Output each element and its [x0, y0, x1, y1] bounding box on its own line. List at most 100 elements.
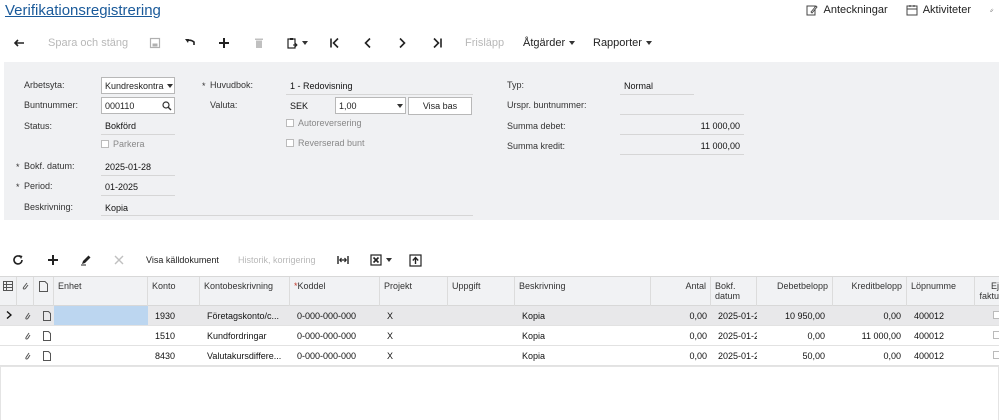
period-value[interactable]: 01-2025: [105, 182, 138, 192]
row-note[interactable]: [39, 326, 53, 345]
row-note[interactable]: [39, 306, 53, 325]
cell-debit[interactable]: 50,00: [757, 346, 829, 365]
col-account-desc[interactable]: Kontobeskrivning: [200, 277, 290, 306]
not-billed-checkbox[interactable]: [993, 331, 999, 339]
cell-project[interactable]: X: [383, 326, 448, 345]
workspace-select[interactable]: Kundreskontra: [101, 77, 175, 94]
cell-line-no[interactable]: 400012: [910, 326, 975, 345]
cell-project[interactable]: X: [383, 306, 448, 325]
cell-unit[interactable]: [54, 306, 148, 325]
refresh-button[interactable]: [12, 249, 24, 271]
col-credit[interactable]: Kreditbelopp: [833, 277, 907, 306]
delete-button[interactable]: [253, 30, 265, 56]
cell-description[interactable]: Kopia: [518, 306, 651, 325]
col-description[interactable]: Beskrivning: [515, 277, 651, 306]
ledger-value[interactable]: 1 - Redovisning: [290, 81, 353, 91]
cell-description[interactable]: Kopia: [518, 326, 651, 345]
cell-credit[interactable]: 11 000,00: [833, 326, 905, 345]
copy-paste-button[interactable]: [286, 30, 308, 56]
fit-columns-button[interactable]: [337, 249, 349, 271]
upload-button[interactable]: [409, 249, 422, 271]
cell-subaccount[interactable]: 0-000-000-000: [293, 346, 380, 365]
cell-debit[interactable]: 0,00: [757, 326, 829, 345]
cell-account[interactable]: 8430: [151, 346, 200, 365]
cell-qty[interactable]: 0,00: [651, 346, 711, 365]
page-title[interactable]: Verifikationsregistrering: [5, 2, 161, 19]
col-project[interactable]: Projekt: [380, 277, 448, 306]
search-icon[interactable]: [162, 101, 172, 111]
row-attachment[interactable]: [19, 326, 33, 345]
edit-row-button[interactable]: [80, 249, 92, 271]
col-task[interactable]: Uppgift: [448, 277, 515, 306]
attachment-link[interactable]: [989, 4, 999, 16]
col-line-no[interactable]: Löpnumme: [907, 277, 975, 306]
save-button[interactable]: [149, 30, 161, 56]
table-row[interactable]: 1930 Företagskonto/c... 0-000-000-000 X …: [0, 306, 999, 326]
col-unit[interactable]: Enhet: [54, 277, 148, 306]
history-button[interactable]: Historik, korrigering: [238, 249, 316, 271]
cell-credit[interactable]: 0,00: [833, 306, 905, 325]
cell-task[interactable]: [451, 326, 515, 345]
cell-account-desc[interactable]: Valutakursdiffere...: [203, 346, 290, 365]
col-subaccount[interactable]: *Koddel: [290, 277, 380, 306]
view-source-button[interactable]: Visa källdokument: [146, 249, 219, 271]
export-button[interactable]: [370, 249, 392, 271]
first-record-button[interactable]: [329, 30, 341, 56]
cell-account-desc[interactable]: Företagskonto/c...: [203, 306, 290, 325]
description-value[interactable]: Kopia: [105, 203, 128, 213]
cell-date[interactable]: 2025-01-2: [714, 306, 757, 325]
cell-qty[interactable]: 0,00: [651, 306, 711, 325]
delete-row-button[interactable]: [113, 249, 125, 271]
column-chooser[interactable]: [0, 277, 17, 306]
next-record-button[interactable]: [396, 30, 408, 56]
col-account[interactable]: Konto: [148, 277, 200, 306]
cell-description[interactable]: Kopia: [518, 346, 651, 365]
save-close-button[interactable]: Spara och stäng: [48, 30, 128, 56]
undo-button[interactable]: [184, 30, 196, 56]
cell-account-desc[interactable]: Kundfordringar: [203, 326, 290, 345]
cell-unit[interactable]: [57, 346, 148, 365]
not-billed-checkbox[interactable]: [993, 351, 999, 359]
cell-task[interactable]: [451, 306, 515, 325]
reports-menu[interactable]: Rapporter: [593, 30, 652, 56]
cell-account[interactable]: 1510: [151, 326, 200, 345]
row-attachment[interactable]: [19, 346, 33, 365]
cell-subaccount[interactable]: 0-000-000-000: [293, 306, 380, 325]
row-note[interactable]: [39, 346, 53, 365]
cell-date[interactable]: 2025-01-2: [714, 326, 757, 345]
release-button[interactable]: Frisläpp: [465, 30, 504, 56]
cell-subaccount[interactable]: 0-000-000-000: [293, 326, 380, 345]
table-row[interactable]: 8430 Valutakursdiffere... 0-000-000-000 …: [0, 346, 999, 366]
reversed-batch-checkbox[interactable]: [286, 139, 294, 147]
col-date[interactable]: Bokf. datum: [711, 277, 757, 306]
cell-account[interactable]: 1930: [151, 306, 200, 325]
cell-qty[interactable]: 0,00: [651, 326, 711, 345]
cell-line-no[interactable]: 400012: [910, 346, 975, 365]
show-base-button[interactable]: Visa bas: [408, 97, 472, 115]
cell-project[interactable]: X: [383, 346, 448, 365]
not-billed-checkbox[interactable]: [993, 311, 999, 319]
previous-record-button[interactable]: [362, 30, 374, 56]
cell-debit[interactable]: 10 950,00: [757, 306, 829, 325]
last-record-button[interactable]: [431, 30, 443, 56]
activities-link[interactable]: Aktiviteter: [906, 4, 971, 16]
col-qty[interactable]: Antal: [651, 277, 711, 306]
col-not-billed[interactable]: Ej faktu: [975, 277, 999, 306]
actions-menu[interactable]: Åtgärder: [523, 30, 576, 56]
cell-task[interactable]: [451, 346, 515, 365]
row-attachment[interactable]: [19, 306, 33, 325]
cell-unit[interactable]: [57, 326, 148, 345]
cell-line-no[interactable]: 400012: [910, 306, 975, 325]
add-button[interactable]: [218, 30, 230, 56]
cell-credit[interactable]: 0,00: [833, 346, 905, 365]
col-debit[interactable]: Debetbelopp: [757, 277, 833, 306]
posting-date-value[interactable]: 2025-01-28: [105, 162, 151, 172]
table-row[interactable]: 1510 Kundfordringar 0-000-000-000 X Kopi…: [0, 326, 999, 346]
auto-reversal-checkbox[interactable]: [286, 119, 294, 127]
rate-select[interactable]: 1,00: [335, 97, 406, 114]
back-button[interactable]: [13, 30, 25, 56]
cell-date[interactable]: 2025-01-2: [714, 346, 757, 365]
notes-link[interactable]: Anteckningar: [806, 4, 888, 16]
currency-value[interactable]: SEK: [290, 101, 308, 111]
add-row-button[interactable]: [47, 249, 59, 271]
